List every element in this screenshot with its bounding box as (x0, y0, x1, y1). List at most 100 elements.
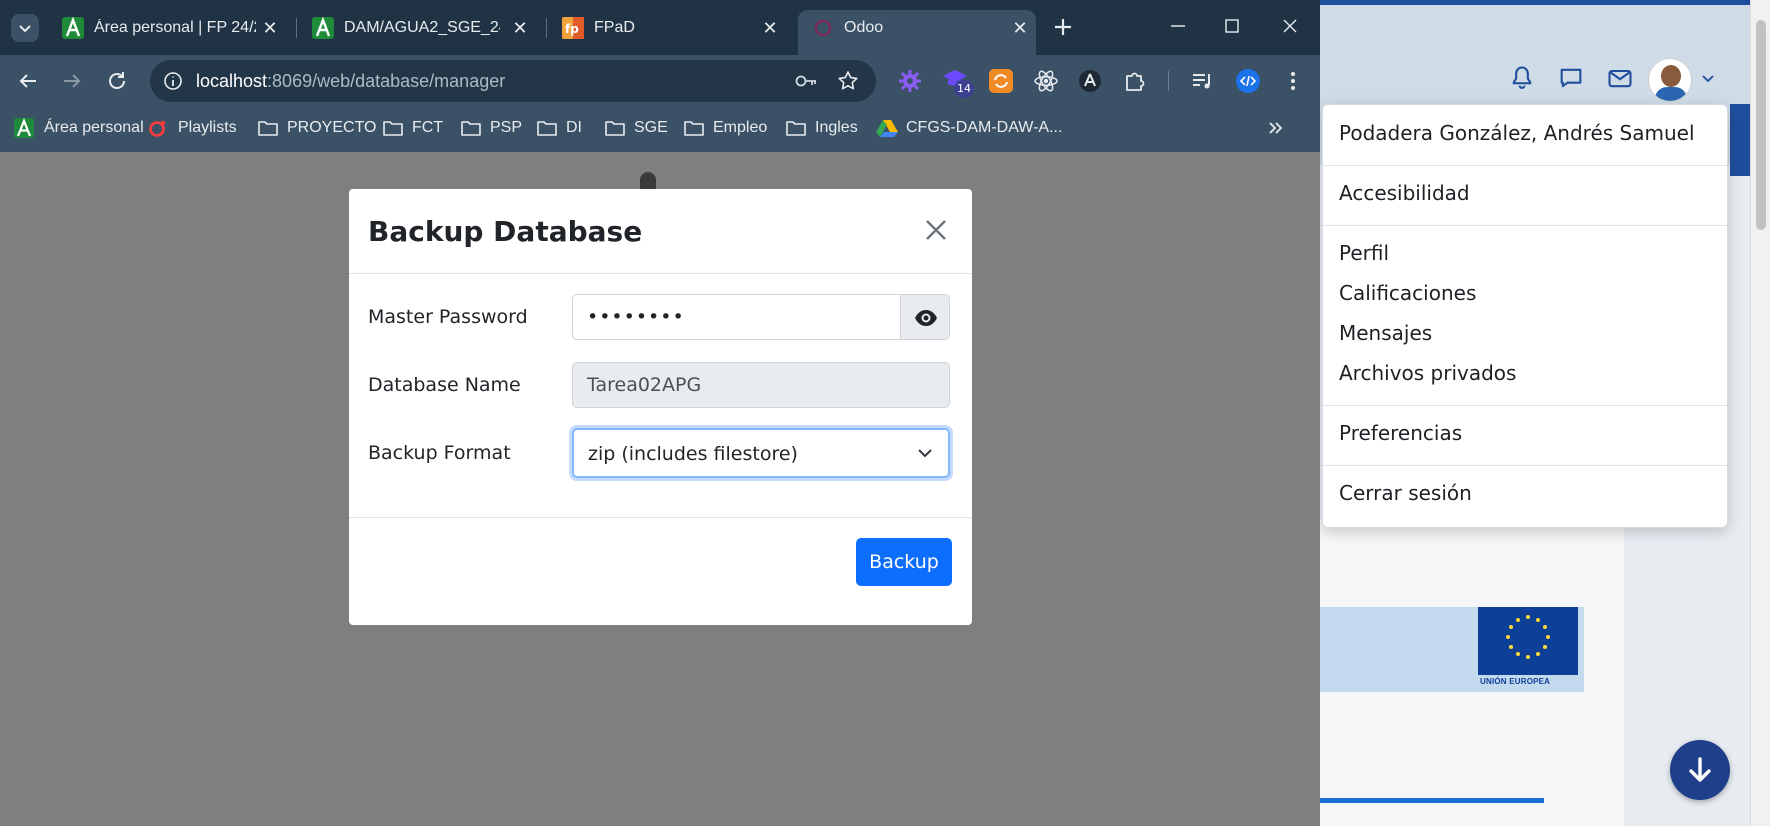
tab-title: Odoo (844, 19, 884, 36)
bookmark-star-icon[interactable] (836, 69, 860, 93)
moodle-a-icon (312, 17, 334, 39)
back-icon[interactable] (16, 69, 40, 93)
folder-icon (786, 121, 806, 136)
bookmark-psp[interactable]: PSP (460, 117, 522, 139)
tab-area-personal[interactable]: Área personal | FP 24/25 ✕ (48, 10, 286, 55)
bookmark-label: Área personal (44, 119, 144, 136)
modal-footer-divider (349, 517, 972, 518)
url-path: :8069/web/database/manager (267, 71, 506, 91)
more-bookmarks-icon[interactable] (1266, 118, 1286, 138)
menu-item-archivos-privados[interactable]: Archivos privados (1339, 361, 1516, 385)
close-window-icon[interactable] (1278, 14, 1302, 38)
address-bar[interactable]: localhost:8069/web/database/manager (150, 60, 876, 102)
folder-icon (461, 121, 481, 136)
bookmark-empleo[interactable]: Empleo (683, 117, 767, 139)
moodle-a-icon (62, 17, 84, 39)
reload-icon[interactable] (105, 69, 129, 93)
user-menu-name: Podadera González, Andrés Samuel (1339, 121, 1695, 145)
database-name-input[interactable]: Tarea02APG (572, 362, 950, 408)
menu-item-perfil[interactable]: Perfil (1339, 241, 1389, 265)
bookmark-fct[interactable]: FCT (382, 117, 443, 139)
minimize-icon[interactable] (1166, 14, 1190, 38)
browser-menu-icon[interactable] (1280, 68, 1306, 94)
show-password-button[interactable] (900, 294, 950, 340)
master-password-input[interactable]: •••••••• (572, 294, 902, 340)
master-password-label: Master Password (368, 306, 528, 328)
tab-separator (546, 18, 547, 38)
menu-item-mensajes[interactable]: Mensajes (1339, 321, 1432, 345)
menu-divider (1323, 405, 1727, 406)
close-icon[interactable] (921, 215, 951, 245)
drive-icon (876, 120, 898, 137)
backup-database-modal: Backup Database Master Password ••••••••… (349, 189, 972, 625)
chevron-down-icon[interactable] (1700, 70, 1716, 86)
angular-devtools-icon[interactable] (1077, 68, 1103, 94)
menu-item-preferencias[interactable]: Preferencias (1339, 421, 1462, 445)
fpad-icon: fp (562, 17, 584, 39)
menu-item-accesibilidad[interactable]: Accesibilidad (1339, 181, 1470, 205)
profile-code-icon[interactable] (1235, 68, 1261, 94)
bookmark-di[interactable]: DI (536, 117, 582, 139)
menu-item-cerrar-sesion[interactable]: Cerrar sesión (1339, 481, 1472, 505)
moodle-a-icon (14, 118, 34, 138)
tab-dam-agua2[interactable]: DAM/AGUA2_SGE_2425 ✕ (298, 10, 536, 55)
music-icon (149, 120, 166, 137)
maximize-icon[interactable] (1220, 14, 1244, 38)
tab-close-icon[interactable]: ✕ (260, 18, 280, 38)
new-tab-icon[interactable] (1052, 16, 1074, 38)
extensions-puzzle-icon[interactable] (1122, 68, 1148, 94)
tab-search-icon[interactable] (10, 13, 40, 43)
backup-format-select[interactable]: zip (includes filestore) (572, 428, 950, 478)
master-password-value: •••••••• (587, 306, 685, 328)
tab-fpad[interactable]: fp FPaD ✕ (548, 10, 786, 55)
scroll-down-button[interactable] (1670, 740, 1730, 800)
backup-format-value: zip (includes filestore) (588, 443, 798, 465)
tab-odoo[interactable]: Odoo ✕ (798, 10, 1036, 55)
extension-gear-icon[interactable] (897, 68, 923, 94)
folder-icon (258, 121, 278, 136)
forward-icon[interactable] (60, 69, 84, 93)
tab-separator (296, 18, 297, 38)
url-host: localhost (196, 71, 268, 91)
bookmark-area-personal[interactable]: Área personal (14, 117, 144, 139)
odoo-icon (814, 19, 832, 37)
bookmark-playlists[interactable]: Playlists (148, 117, 237, 139)
mail-icon[interactable] (1606, 64, 1634, 92)
eu-label: UNIÓN EUROPEA (1480, 677, 1551, 686)
user-avatar[interactable] (1648, 58, 1692, 102)
chat-icon[interactable] (1557, 64, 1585, 92)
bookmark-label: DI (566, 119, 582, 136)
media-control-icon[interactable] (1190, 68, 1216, 94)
database-name-value: Tarea02APG (587, 374, 702, 396)
bookmark-sge[interactable]: SGE (604, 117, 668, 139)
bell-icon[interactable] (1508, 64, 1536, 92)
extension-sync-icon[interactable] (988, 68, 1014, 94)
menu-item-calificaciones[interactable]: Calificaciones (1339, 281, 1476, 305)
tab-close-icon[interactable]: ✕ (760, 18, 780, 38)
page-scrollbar[interactable] (1750, 0, 1770, 826)
tab-close-icon[interactable]: ✕ (510, 18, 530, 38)
backup-format-label: Backup Format (368, 442, 511, 464)
tab-title: Área personal | FP 24/25 (94, 19, 256, 36)
url-text[interactable]: localhost:8069/web/database/manager (196, 71, 505, 92)
bookmark-label: CFGS-DAM-DAW-A... (906, 119, 1063, 136)
password-key-icon[interactable] (794, 70, 818, 92)
modal-header-divider (349, 273, 972, 274)
backup-button[interactable]: Backup (856, 538, 952, 586)
site-info-icon[interactable] (162, 70, 184, 92)
bookmark-label: FCT (412, 119, 444, 136)
tab-title: DAM/AGUA2_SGE_2425 (344, 19, 500, 36)
scrollbar-thumb[interactable] (1756, 20, 1766, 230)
react-devtools-icon[interactable] (1033, 68, 1059, 94)
menu-divider (1323, 465, 1727, 466)
folder-icon (684, 121, 704, 136)
menu-divider (1323, 225, 1727, 226)
user-menu-dropdown: Podadera González, Andrés Samuel Accesib… (1322, 104, 1728, 528)
bookmark-ingles[interactable]: Ingles (785, 117, 858, 139)
bookmark-cfgs-dam-daw[interactable]: CFGS-DAM-DAW-A... (876, 117, 1062, 139)
extension-graduation-icon[interactable]: 14 (942, 66, 974, 98)
bookmark-proyecto[interactable]: PROYECTO (257, 117, 377, 139)
browser-window: Área personal | FP 24/25 ✕ DAM/AGUA2_SGE… (0, 0, 1320, 826)
tab-close-icon[interactable]: ✕ (1010, 18, 1030, 38)
modal-title: Backup Database (368, 215, 643, 248)
